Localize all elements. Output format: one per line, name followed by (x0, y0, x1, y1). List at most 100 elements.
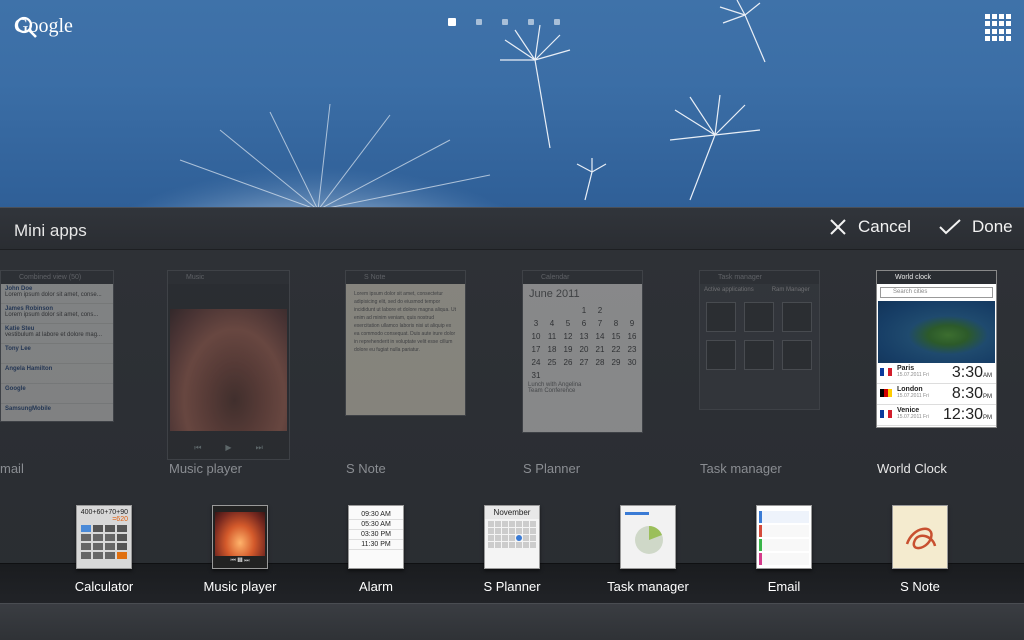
planner-day[interactable] (560, 369, 576, 382)
planner-day[interactable]: 25 (544, 356, 560, 369)
mini-app-snote-preview[interactable]: S Note Lorem ipsum dolor sit amet, conse… (345, 270, 466, 416)
tray-item-calculator[interactable]: 400+60+70+90 =620 Calculator (48, 505, 160, 594)
email-snippet: Lorem ipsum dolor sit amet, cons... (5, 312, 99, 318)
planner-day[interactable]: 29 (608, 356, 624, 369)
planner-day[interactable]: 12 (560, 330, 576, 343)
planner-day[interactable]: 10 (528, 330, 544, 343)
planner-day[interactable]: 18 (544, 343, 560, 356)
cancel-button[interactable]: Cancel (828, 217, 911, 237)
planner-day[interactable]: 19 (560, 343, 576, 356)
planner-day[interactable] (576, 369, 592, 382)
planner-day[interactable]: 26 (560, 356, 576, 369)
page-dot[interactable] (476, 19, 482, 25)
alarm-time: 09:30 AM (349, 510, 403, 520)
email-list-item[interactable]: John Doe Lorem ipsum dolor sit amet, cons… (1, 284, 113, 304)
city-search-input[interactable]: Search cities (880, 287, 993, 298)
planner-day[interactable]: 16 (624, 330, 640, 343)
email-sender: Angela Hamilton (5, 366, 53, 372)
planner-day[interactable] (544, 304, 560, 317)
planner-day[interactable] (608, 369, 624, 382)
tray-label-alarm: Alarm (359, 579, 393, 594)
planner-day[interactable] (544, 369, 560, 382)
planner-day[interactable]: 1 (576, 304, 592, 317)
planner-day[interactable]: 30 (624, 356, 640, 369)
planner-day[interactable]: 8 (608, 317, 624, 330)
planner-day[interactable]: 22 (608, 343, 624, 356)
planner-day[interactable]: 21 (592, 343, 608, 356)
mini-app-music-preview[interactable]: Music ⏮ ▶ ⏭ (167, 270, 290, 460)
email-sender: Tony Lee (5, 346, 31, 352)
planner-day[interactable]: 9 (624, 317, 640, 330)
snote-caption: S Note (346, 271, 465, 284)
planner-day[interactable]: 28 (592, 356, 608, 369)
email-list-item[interactable]: Tony Lee (1, 344, 113, 364)
email-list-item[interactable]: Katie Steu vestibulum at labore et dolore… (1, 324, 113, 344)
planner-day[interactable]: 4 (544, 317, 560, 330)
email-list-item[interactable]: Google (1, 384, 113, 404)
tray-item-music[interactable]: ⏮ ❚❚ ⏭ Music player (184, 505, 296, 594)
tray-label-email: Email (767, 579, 801, 594)
planner-day[interactable]: 14 (592, 330, 608, 343)
planner-calendar: 1 2 3 4 5 6 7 8 9 10 11 12 13 14 15 16 17 18 19 20 21 22 23 24 2… (528, 304, 640, 382)
planner-day[interactable] (624, 304, 640, 317)
apps-grid-icon[interactable] (985, 14, 1012, 41)
email-list-item[interactable]: James Robinson Lorem ipsum dolor sit amet… (1, 304, 113, 324)
planner-day[interactable]: 5 (560, 317, 576, 330)
planner-day[interactable]: 24 (528, 356, 544, 369)
clock-row[interactable]: Venice 15.07.2011 Fri 12:30PM (877, 405, 996, 426)
album-art (170, 309, 287, 431)
planner-day[interactable] (608, 304, 624, 317)
planner-day[interactable] (624, 369, 640, 382)
mini-app-label-email: mail (0, 461, 24, 476)
clock-row[interactable]: London 15.07.2011 Fri 8:30PM (877, 384, 996, 405)
mini-app-task-preview[interactable]: Task manager Active applications Ram Man… (699, 270, 820, 410)
tray-item-planner[interactable]: November S Planner (456, 505, 568, 594)
mini-app-email-preview[interactable]: Combined view (50) John Doe Lorem ipsum d… (0, 270, 114, 422)
tray-label-planner: S Planner (483, 579, 541, 594)
page-dot-active[interactable] (448, 18, 456, 26)
planner-day[interactable] (528, 304, 544, 317)
planner-day[interactable]: 2 (592, 304, 608, 317)
next-icon[interactable]: ⏭ (256, 443, 263, 453)
mini-app-label-snote: S Note (346, 461, 386, 476)
planner-day[interactable]: 17 (528, 343, 544, 356)
mini-app-planner-preview[interactable]: Calendar June 2011 1 2 3 4 5 6 7 8 9 10 11 12 13 14 15… (522, 270, 643, 433)
previous-icon[interactable]: ⏮ (194, 443, 201, 453)
email-snippet: Lorem ipsum dolor sit amet, conse... (5, 292, 102, 298)
dandelion-illustration (118, 0, 766, 207)
planner-day[interactable]: 27 (576, 356, 592, 369)
done-button[interactable]: Done (938, 217, 1013, 237)
tray-item-alarm[interactable]: 09:30 AM 05:30 AM 03:30 PM 11:30 PM Alarm (320, 505, 432, 594)
clock-ampm: AM (983, 373, 992, 379)
planner-day[interactable]: 23 (624, 343, 640, 356)
planner-day[interactable] (592, 369, 608, 382)
planner-day[interactable]: 6 (576, 317, 592, 330)
snote-icon (892, 505, 948, 569)
planner-day[interactable]: 20 (576, 343, 592, 356)
tray-item-email[interactable]: Email (728, 505, 840, 594)
planner-day[interactable]: 31 (528, 369, 544, 382)
task-tab-active-apps: Active applications (704, 287, 754, 293)
email-list-item[interactable]: SamsungMobile (1, 404, 113, 421)
planner-day[interactable] (560, 304, 576, 317)
page-dot[interactable] (528, 19, 534, 25)
planner-day[interactable]: 11 (544, 330, 560, 343)
calculator-expression: 400+60+70+90 (80, 509, 128, 516)
tray-item-task[interactable]: Task manager (592, 505, 704, 594)
planner-day[interactable]: 15 (608, 330, 624, 343)
planner-day[interactable]: 7 (592, 317, 608, 330)
mini-app-worldclock-preview[interactable]: World clock Search cities Paris 15.07.201… (876, 270, 997, 428)
page-dot[interactable] (502, 19, 508, 25)
play-icon[interactable]: ▶ (225, 443, 231, 453)
tray-item-snote[interactable]: S Note (864, 505, 976, 594)
mini-app-label-worldclock: World Clock (877, 461, 947, 476)
planner-day[interactable]: 13 (576, 330, 592, 343)
planner-day[interactable]: 3 (528, 317, 544, 330)
email-list-item[interactable]: Angela Hamilton (1, 364, 113, 384)
google-search-widget[interactable]: Google (14, 15, 73, 38)
worldclock-caption: World clock (877, 271, 996, 284)
page-dot[interactable] (554, 19, 560, 25)
task-manager-icon (620, 505, 676, 569)
clock-row[interactable]: Paris 15.07.2011 Fri 3:30AM (877, 363, 996, 384)
flag-icon (880, 410, 892, 418)
